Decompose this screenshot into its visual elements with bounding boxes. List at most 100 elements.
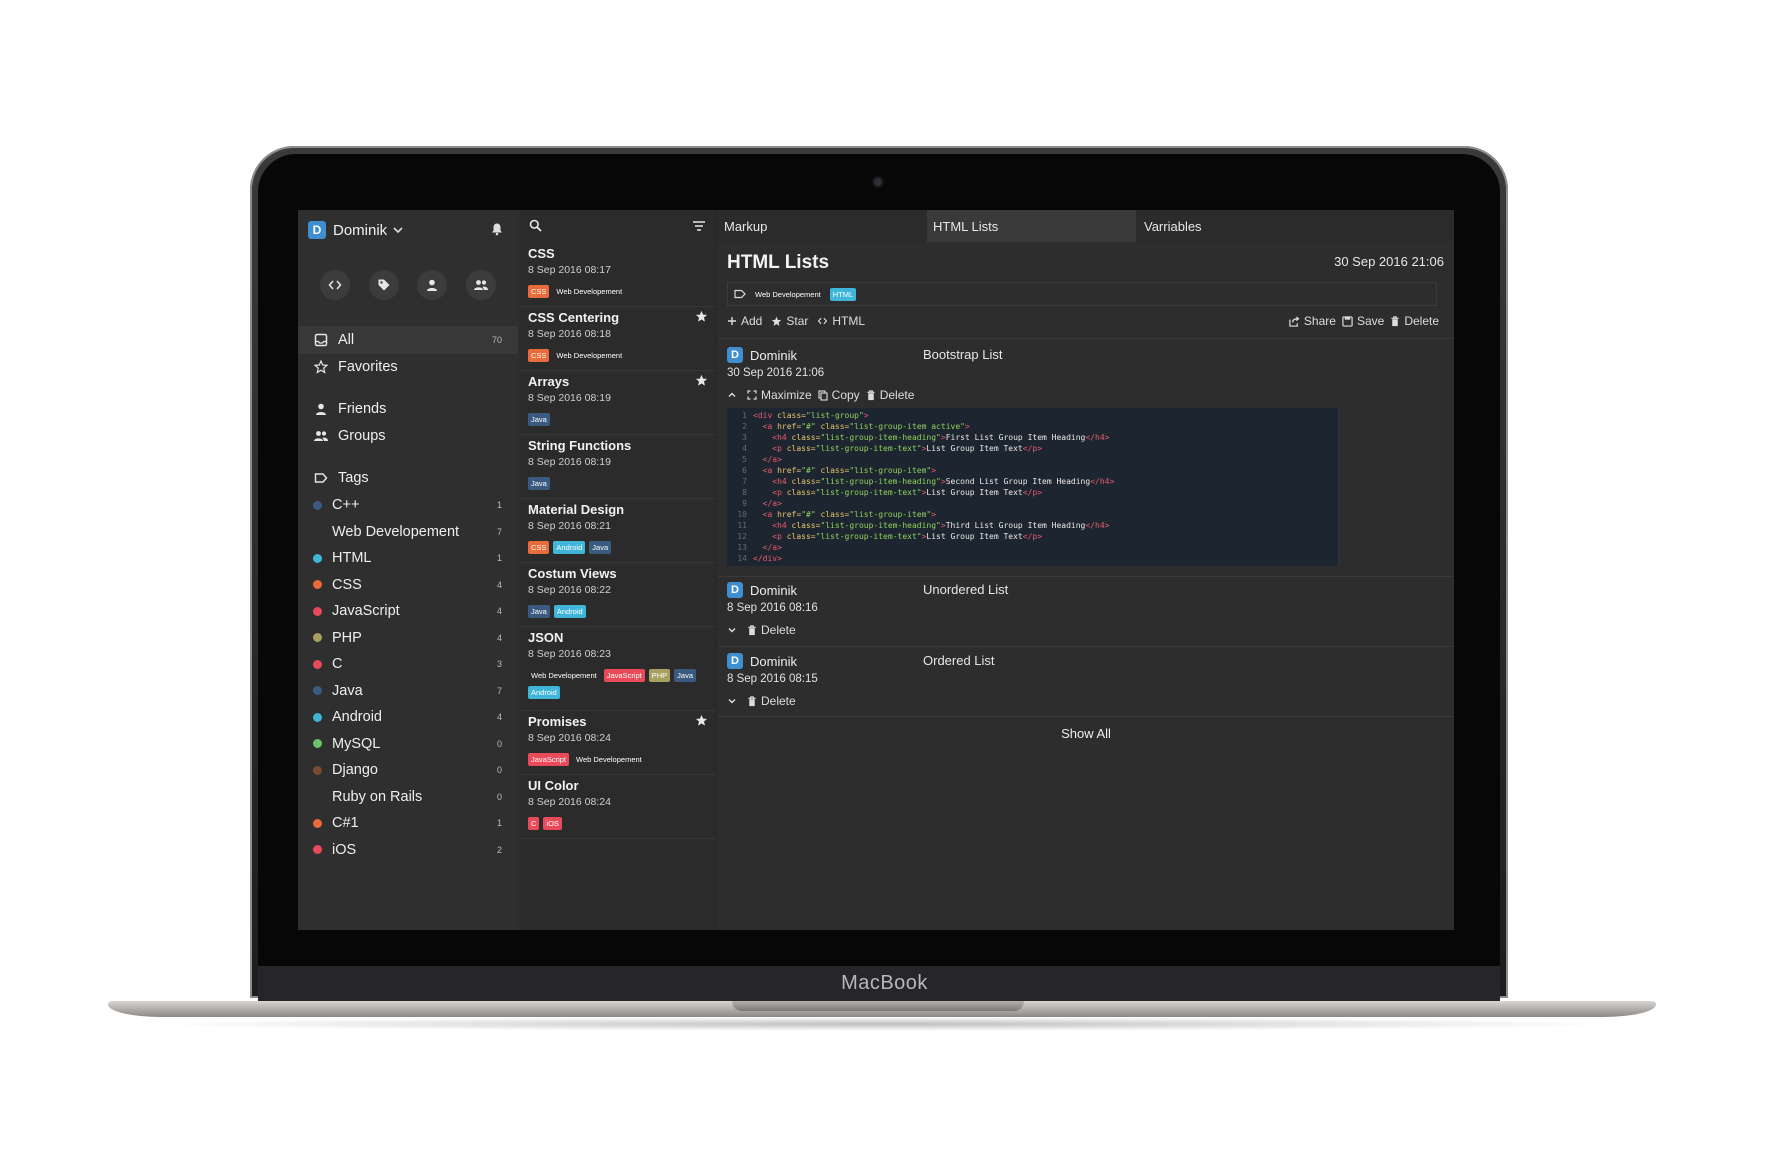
doc-tag-bar[interactable]: Web Developement HTML — [727, 282, 1437, 306]
note-badges: CSS Web Developement — [528, 285, 710, 298]
tag-item[interactable]: C#1 1 — [312, 810, 508, 836]
filter-icon[interactable] — [692, 220, 706, 232]
nav-all[interactable]: All 70 — [313, 326, 508, 354]
line-number: 11 — [737, 521, 747, 530]
code-line: 7 <h4 class="list-group-item-heading">Se… — [727, 476, 1338, 487]
tab-html-lists[interactable]: HTML Lists — [927, 210, 1136, 242]
code-line: 11 <h4 class="list-group-item-heading">T… — [727, 520, 1338, 531]
code-line: 2 <a href="#" class="list-group-item act… — [727, 421, 1338, 432]
doc-toolbar: Add Star HTML Share Save Delete — [727, 310, 1445, 332]
person-filter-button[interactable] — [417, 270, 448, 300]
doc-date: 30 Sep 2016 21:06 — [1334, 254, 1444, 269]
tag-item[interactable]: HTML 1 — [312, 545, 508, 571]
tag-label: HTML — [332, 550, 372, 566]
username: Dominik — [333, 221, 388, 239]
star-label: Star — [786, 314, 809, 328]
add-button[interactable]: Add — [727, 314, 762, 328]
snippet-author: D Dominik — [727, 582, 797, 598]
tag-item[interactable]: Web Developement 7 — [312, 519, 508, 545]
code-icon — [328, 280, 342, 290]
author-name: Dominik — [750, 347, 797, 363]
filter-icons — [320, 270, 496, 300]
tag-count: 4 — [496, 579, 502, 590]
delete-button[interactable]: Delete — [747, 623, 796, 637]
tag-filter-button[interactable] — [368, 270, 399, 300]
share-button[interactable]: Share — [1289, 314, 1336, 328]
tag-item[interactable]: CSS 4 — [312, 572, 508, 598]
code-line: 13 </a> — [727, 542, 1338, 553]
search-icon[interactable] — [529, 219, 542, 232]
note-item[interactable]: UI Color 8 Sep 2016 08:24 C iOS — [520, 774, 716, 839]
tag-label: Django — [332, 762, 378, 778]
delete-button[interactable]: Delete — [1390, 314, 1439, 328]
tag-item[interactable]: JavaScript 4 — [312, 598, 508, 624]
tag-item[interactable]: PHP 4 — [312, 625, 508, 651]
nav-tags[interactable]: Tags — [313, 464, 508, 492]
note-date: 8 Sep 2016 08:19 — [528, 392, 611, 404]
copy-icon — [818, 389, 828, 401]
note-item[interactable]: Material Design 8 Sep 2016 08:21 CSS And… — [520, 498, 716, 563]
nav-favorites[interactable]: Favorites — [313, 353, 508, 381]
tag-label: CSS — [332, 576, 362, 593]
note-item[interactable]: CSS 8 Sep 2016 08:17 CSS Web Developemen… — [520, 242, 716, 307]
star-button[interactable]: Star — [771, 314, 808, 328]
tag-item[interactable]: Java 7 — [312, 678, 508, 704]
note-item[interactable]: String Functions 8 Sep 2016 08:19 Java — [520, 434, 716, 499]
nav-groups[interactable]: Groups — [313, 422, 508, 450]
tag-item[interactable]: C3 — [312, 651, 508, 677]
tag-item[interactable]: Android 4 — [312, 704, 508, 730]
note-item[interactable]: JSON 8 Sep 2016 08:23 Web Developement J… — [520, 626, 716, 711]
snippet-date: 8 Sep 2016 08:15 — [727, 673, 818, 685]
laptop-notch — [732, 1001, 1024, 1011]
code-filter-button[interactable] — [320, 270, 350, 300]
expand-button[interactable] — [727, 696, 741, 706]
badge: Java — [528, 605, 550, 618]
code-editor[interactable]: 1 <div class="list-group"> 2 <a href="#" c… — [727, 408, 1339, 566]
group-filter-button[interactable] — [465, 270, 496, 300]
note-title: Costum Views — [528, 566, 617, 581]
note-item[interactable]: Costum Views 8 Sep 2016 08:22 Java Andro… — [520, 562, 716, 627]
delete-button[interactable]: Delete — [866, 388, 914, 402]
note-date: 8 Sep 2016 08:18 — [528, 328, 611, 340]
copy-button[interactable]: Copy — [818, 388, 860, 402]
note-item[interactable]: CSS Centering 8 Sep 2016 08:18 CSS Web D… — [520, 306, 716, 371]
badge: Java — [528, 477, 550, 490]
note-date: 8 Sep 2016 08:21 — [528, 520, 611, 532]
tag-count: 0 — [496, 765, 502, 775]
tab-markup[interactable]: Markup — [718, 210, 927, 242]
bell-icon[interactable] — [490, 222, 504, 236]
tag-color-dot — [313, 765, 322, 775]
note-title: UI Color — [528, 778, 579, 793]
note-badges: JavaScript Web Developement — [528, 753, 710, 766]
note-title: CSS Centering — [528, 310, 620, 325]
collapse-button[interactable] — [727, 390, 741, 400]
html-button[interactable]: HTML — [817, 314, 865, 328]
maximize-button[interactable]: Maximize — [747, 388, 812, 402]
tag-count: 4 — [496, 712, 502, 722]
tag-item[interactable]: Ruby on Rails 0 — [312, 784, 508, 810]
tag-item[interactable]: iOS 2 — [312, 837, 508, 863]
show-all-button[interactable]: Show All — [718, 726, 1454, 741]
star-icon[interactable] — [695, 310, 708, 323]
star-icon[interactable] — [695, 374, 708, 387]
tag-color-dot — [313, 659, 322, 669]
star-icon[interactable] — [695, 714, 708, 727]
snippet-actions: Delete — [727, 623, 802, 637]
note-item[interactable]: Promises 8 Sep 2016 08:24 JavaScript Web… — [520, 710, 716, 775]
tag-count: 3 — [496, 659, 502, 669]
snippet-actions: Delete — [727, 694, 802, 708]
tag-item[interactable]: Django 0 — [312, 757, 508, 783]
badge: Android — [553, 541, 586, 554]
nav-friends[interactable]: Friends — [313, 395, 508, 423]
tab-varriables[interactable]: Varriables — [1136, 210, 1344, 242]
note-list-header — [520, 210, 716, 242]
save-button[interactable]: Save — [1342, 314, 1384, 328]
tag-item[interactable]: C++ 1 — [312, 492, 508, 518]
user-menu[interactable]: D Dominik — [308, 219, 508, 241]
save-label: Save — [1356, 314, 1385, 328]
expand-button[interactable] — [727, 625, 741, 635]
line-number: 14 — [737, 554, 747, 563]
tag-item[interactable]: MySQL 0 — [312, 731, 508, 757]
note-item[interactable]: Arrays 8 Sep 2016 08:19 Java — [520, 370, 716, 435]
delete-button[interactable]: Delete — [747, 694, 796, 708]
